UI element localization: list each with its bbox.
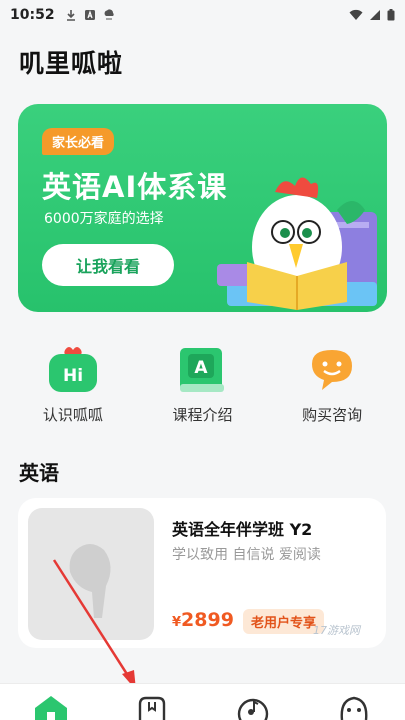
weather-icon	[104, 9, 114, 20]
banner-tag: 家长必看	[42, 128, 115, 155]
quick-item-purchase-consult[interactable]: 购买咨询	[277, 344, 387, 425]
course-tagline: 学以致用 自信说 爱阅读	[172, 547, 321, 563]
home-tab-icon	[34, 696, 67, 720]
bottom-tab-bar	[0, 683, 405, 720]
tab-profile[interactable]	[324, 683, 384, 720]
quick-item-course-intro[interactable]: A 课程介绍	[147, 344, 257, 425]
download-icon	[66, 10, 75, 21]
app-title: 叽里呱啦	[19, 49, 124, 78]
svg-text:A: A	[195, 358, 209, 378]
quick-label: 课程介绍	[172, 406, 233, 424]
course-name: 英语全年伴学班 Y2	[172, 520, 313, 539]
tab-home[interactable]	[21, 683, 81, 720]
tab-music[interactable]	[223, 683, 283, 720]
course-thumbnail	[28, 508, 154, 640]
currency-symbol: ¥	[172, 615, 182, 630]
quick-menu: Hi 认识呱呱 A 课程介绍 购买咨询	[0, 344, 405, 425]
hi-chat-icon: Hi	[48, 347, 97, 392]
banner-cta-button[interactable]: 让我看看	[42, 244, 174, 286]
promo-banner[interactable]: 家长必看 英语AI体系课 6000万家庭的选择 让我看看	[18, 104, 387, 312]
watermark: 17游戏网	[313, 624, 360, 637]
placeholder-mascot-icon	[69, 544, 111, 618]
tab-course[interactable]	[122, 683, 182, 720]
course-price: ¥2899	[172, 609, 234, 631]
chat-smile-icon	[312, 350, 353, 390]
status-time: 10:52	[10, 7, 55, 23]
course-tab-icon	[138, 696, 166, 720]
banner-subtitle: 6000万家庭的选择	[44, 211, 164, 227]
book-icon: A	[180, 348, 225, 392]
profile-tab-icon	[340, 696, 368, 720]
app-notification-icon	[84, 10, 95, 20]
battery-icon	[387, 9, 395, 21]
returning-user-badge: 老用户专享	[243, 609, 325, 634]
quick-item-meet-guagua[interactable]: Hi 认识呱呱	[18, 344, 128, 425]
status-bar: 10:52	[0, 0, 405, 30]
section-title: 英语	[19, 461, 59, 485]
quick-label: 购买咨询	[302, 406, 363, 424]
price-value: 2899	[181, 609, 234, 631]
quick-label: 认识呱呱	[42, 406, 103, 424]
wifi-icon	[349, 9, 363, 20]
course-card[interactable]: 英语全年伴学班 Y2 学以致用 自信说 爱阅读 ¥2899 老用户专享 17游戏…	[18, 498, 386, 648]
music-tab-icon	[237, 698, 269, 720]
svg-text:Hi: Hi	[63, 366, 83, 386]
signal-icon	[370, 10, 380, 20]
rooster-mascot-illustration	[217, 177, 377, 310]
